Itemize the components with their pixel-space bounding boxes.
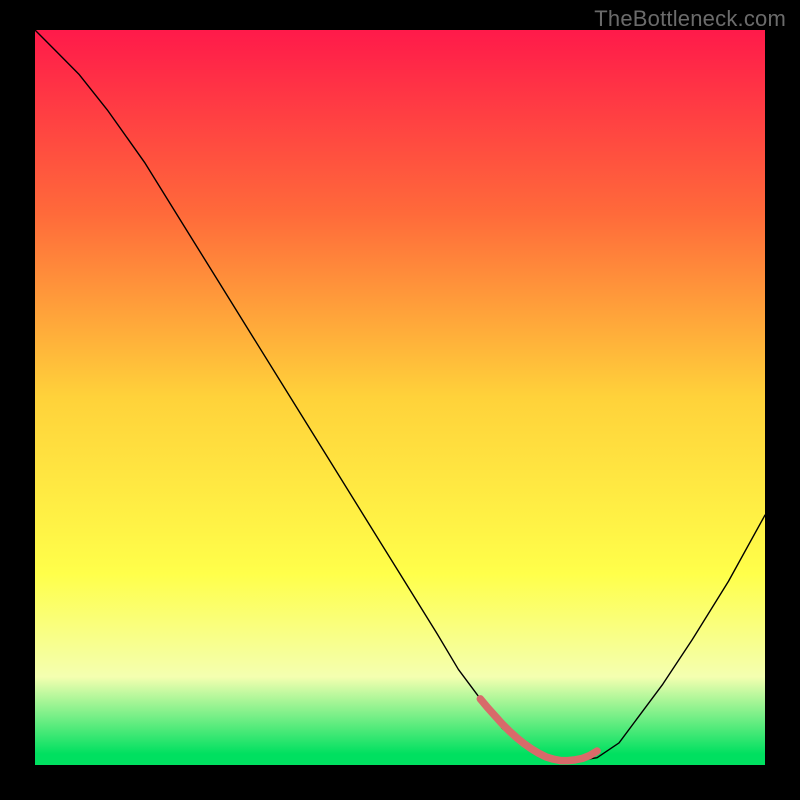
chart-plot-area bbox=[35, 30, 765, 765]
chart-background bbox=[35, 30, 765, 765]
watermark-text: TheBottleneck.com bbox=[594, 6, 786, 32]
